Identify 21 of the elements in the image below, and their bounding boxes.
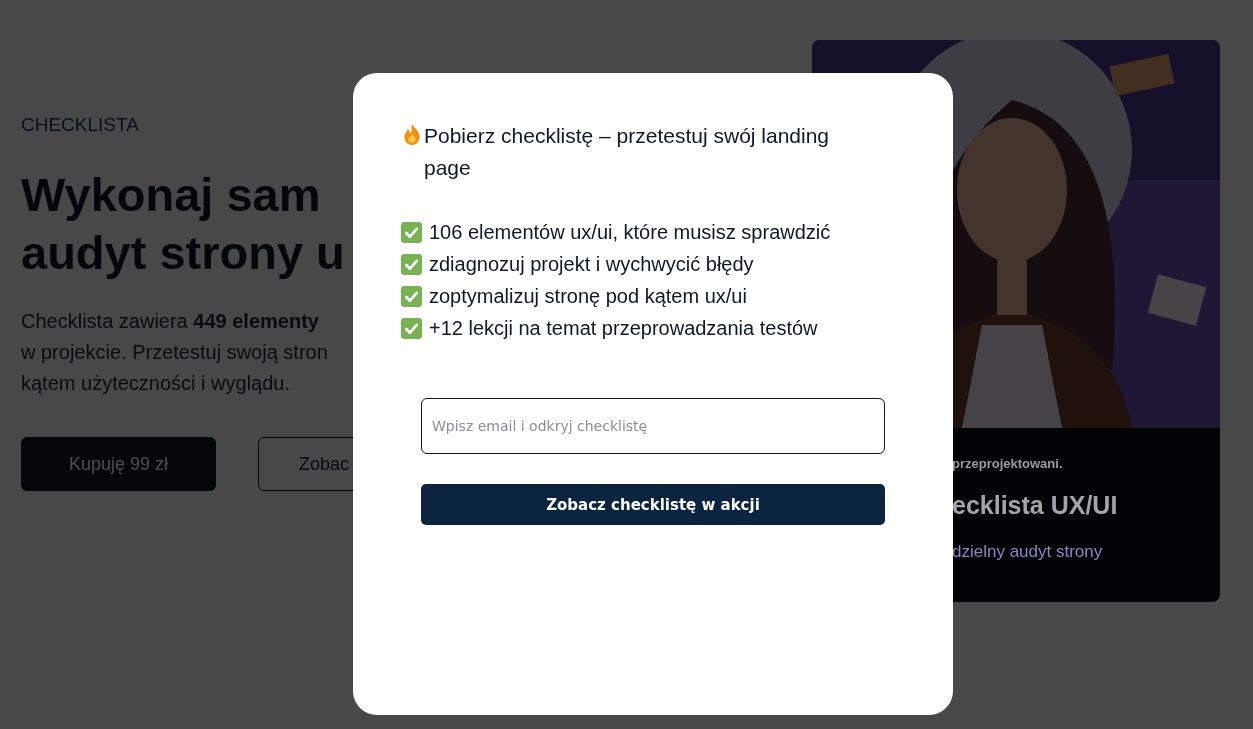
headline: audyt strony u [21, 225, 345, 281]
headline: Wykonaj sam [21, 167, 321, 223]
check-icon [401, 285, 422, 307]
fire-icon [401, 123, 423, 145]
card-tagline: przeprojektowani. [952, 456, 1063, 471]
benefit-text: zdiagnozuj projekt i wychwycić błędy [429, 252, 754, 277]
benefit-text: +12 lekcji na temat przeprowadzania testów [429, 316, 818, 341]
check-icon [401, 253, 422, 275]
submit-button[interactable]: Zobacz checklistę w akcji [421, 484, 885, 525]
email-field[interactable]: Wpisz email i odkryj checklistę [421, 398, 885, 454]
benefit-text: 106 elementów ux/ui, które musisz sprawdzić [429, 220, 831, 245]
check-icon [401, 317, 422, 339]
section-label: CHECKLISTA [21, 114, 139, 136]
modal-heading: Pobierz checklistę – przetestuj swój landing page [424, 123, 831, 181]
check-icon [401, 221, 422, 243]
card-title: ecklista UX/UI [952, 491, 1118, 520]
benefit-text: zoptymalizuj stronę pod kątem ux/ui [429, 284, 747, 309]
card-subtitle: dzielny audyt strony [952, 542, 1103, 562]
description-text: w projekcie. Przetestuj swoją stron [21, 340, 328, 365]
description-text: kątem użyteczności i wyglądu. [21, 371, 290, 396]
description-text: Checklista zawiera 449 elementy [21, 309, 319, 334]
